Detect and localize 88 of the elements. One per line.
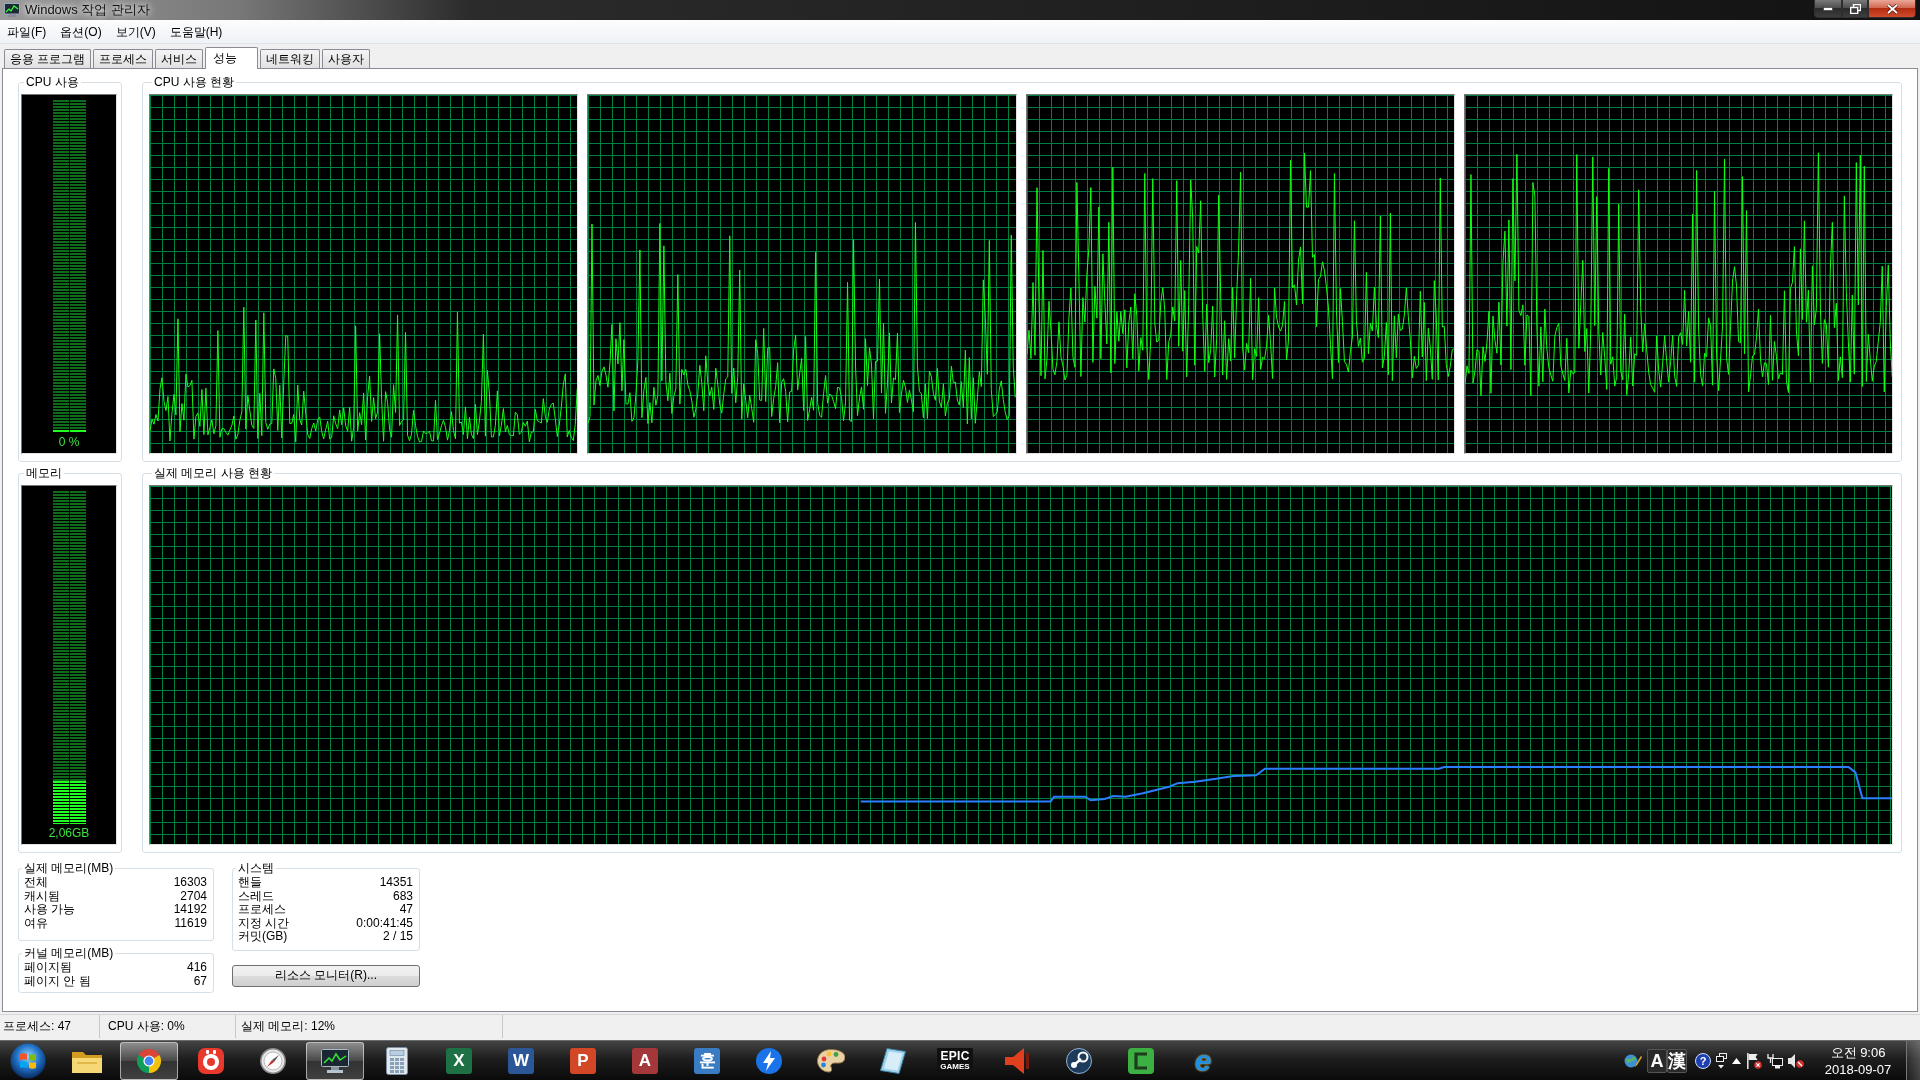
letter-tile-icon: 훈 (694, 1047, 720, 1074)
stat-label: 캐시됨 (24, 889, 60, 903)
stat-label: 전체 (24, 876, 48, 890)
stat-label: 여유 (24, 916, 48, 930)
stat-value: 14351 (379, 876, 413, 890)
caret-up-icon[interactable] (1732, 1057, 1741, 1064)
tab[interactable]: 네트워킹 (260, 49, 321, 68)
clock-date: 2018-09-07 (1823, 1060, 1893, 1078)
menu-item[interactable]: 파일(F) (0, 21, 54, 42)
meter-reading: 0 % (58, 434, 80, 451)
status-text: CPU 사용: 0% (100, 1015, 236, 1038)
status-text: 실제 메모리: 12% (236, 1015, 503, 1038)
monitor-graph-icon (4, 3, 20, 17)
tab[interactable]: 응용 프로그램 (4, 49, 92, 68)
taskbar-button[interactable] (306, 1041, 364, 1080)
stat-label: 사용 가능 (24, 903, 76, 917)
stat-value: 14192 (173, 903, 207, 917)
stat-value: 16303 (173, 876, 207, 890)
restore-icon (1849, 3, 1861, 14)
letter-tile-icon: W (508, 1047, 534, 1074)
stat-label: 핸들 (238, 876, 262, 890)
stat-value: 2 / 15 (382, 930, 413, 944)
taskbar-button[interactable] (120, 1041, 178, 1080)
letter-tile-icon: X (446, 1047, 472, 1074)
group-title: 시스템 (237, 861, 275, 875)
letter-tile-icon: P (570, 1047, 596, 1074)
orb-icon (10, 1042, 46, 1079)
taskbar-button[interactable]: W (492, 1041, 550, 1080)
stat-label: 커밋(GB) (238, 930, 288, 944)
menu-item[interactable]: 옵션(O) (53, 21, 109, 42)
tab[interactable]: 프로세스 (93, 49, 154, 68)
group-title: 커널 메모리(MB) (23, 946, 115, 960)
taskbar-button[interactable]: 훈 (678, 1041, 736, 1080)
tilted-pad-icon (880, 1047, 906, 1074)
restore-button[interactable] (1842, 0, 1868, 18)
squares-arrow-icon[interactable] (1716, 1052, 1727, 1069)
taskbar-button[interactable]: A (616, 1041, 674, 1080)
tab[interactable]: 서비스 (155, 49, 204, 68)
status-text: 프로세스: 47 (0, 1015, 100, 1038)
taskbar-button[interactable]: EPIC GAMES (926, 1041, 984, 1080)
globe-pencil-icon[interactable] (1624, 1052, 1642, 1069)
ime-indicator[interactable]: A (1647, 1048, 1667, 1073)
stat-value: 67 (193, 974, 207, 988)
taskbar-button[interactable]: X (430, 1041, 488, 1080)
resource-monitor-button[interactable]: 리소스 모니터(R)... (232, 964, 420, 987)
stat-value: 0:00:41:45 (356, 916, 413, 930)
group-title: CPU 사용 현황 (153, 75, 235, 89)
letter-logo-icon: e (1194, 1046, 1212, 1075)
menu-item[interactable]: 보기(V) (108, 21, 163, 42)
stat-value: 416 (186, 961, 207, 975)
palette-icon (817, 1048, 845, 1073)
stat-label: 스레드 (238, 889, 274, 903)
help-icon[interactable]: ? (1695, 1052, 1711, 1069)
stat-label: 페이지 안 됨 (24, 974, 91, 988)
stat-label: 지정 시간 (238, 916, 290, 930)
monitor-graph-icon (321, 1048, 349, 1073)
muted-speaker-icon[interactable] (1788, 1052, 1804, 1069)
window-title: Windows 작업 관리자 (25, 1, 150, 19)
dial-icon (260, 1047, 286, 1074)
stat-value: 11619 (174, 916, 207, 930)
stat-value: 47 (399, 903, 413, 917)
letter-tile-icon: A (632, 1047, 658, 1074)
minimize-icon (1823, 6, 1833, 11)
menu-item[interactable]: 도움말(H) (162, 21, 230, 42)
segmented-circle-icon (136, 1047, 162, 1074)
taskbar-button[interactable]: P (554, 1041, 612, 1080)
network-monitor-icon[interactable] (1767, 1052, 1783, 1069)
disc-logo-icon (1066, 1047, 1092, 1074)
tab[interactable]: 사용자 (322, 49, 371, 68)
meter-reading: 2,06GB (48, 825, 90, 842)
close-icon (1886, 3, 1898, 14)
group-title: 실제 메모리(MB) (23, 861, 115, 875)
calculator-icon (386, 1046, 408, 1075)
group-title: 메모리 (25, 466, 63, 480)
group-title: CPU 사용 (25, 75, 80, 89)
stat-label: 프로세스 (238, 903, 286, 917)
show-desktop-button[interactable] (1906, 1041, 1920, 1080)
close-button[interactable] (1868, 0, 1916, 18)
stat-label: 페이지됨 (24, 961, 72, 975)
taskbar-button[interactable]: e (1174, 1041, 1232, 1080)
tab[interactable]: 성능 (205, 47, 259, 69)
group-title: 실제 메모리 사용 현황 (153, 466, 273, 480)
flag-icon[interactable] (1746, 1052, 1762, 1069)
ime-indicator[interactable]: 漢 (1667, 1048, 1687, 1073)
clock-time: 오전 9:06 (1829, 1043, 1887, 1061)
minimize-button[interactable] (1814, 0, 1842, 18)
stat-value: 683 (392, 889, 413, 903)
stat-value: 2704 (180, 889, 207, 903)
